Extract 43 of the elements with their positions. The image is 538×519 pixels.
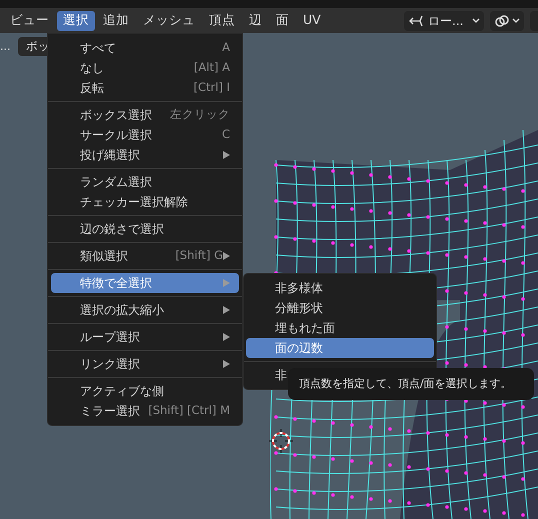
menu-item[interactable]: 辺 [243,10,268,30]
menu-item[interactable]: メッシュ [137,10,201,30]
menu-entry[interactable]: チェッカー選択解除 [51,192,239,212]
shortcut-label: A [222,39,230,56]
menu-item[interactable]: ビュー [4,10,55,30]
menu-item[interactable]: 選択 [57,10,95,30]
menu-entry[interactable]: 投げ縄選択 [51,145,239,165]
menu-entry[interactable]: 反転 [Ctrl] I [51,78,239,98]
3d-cursor-icon [269,429,293,453]
orientation-dropdown[interactable]: ロー... [404,10,484,30]
menu-entry[interactable]: リンク選択 [51,354,239,374]
shortcut-label: C [222,126,230,144]
menu-entry[interactable]: 特徴で全選択 [51,273,239,293]
menu-entry[interactable]: ループ選択 [51,327,239,347]
shortcut-label: [Shift] [Ctrl] M [148,402,230,420]
tooltip: 頂点数を指定して、頂点/面を選択します。 [288,368,534,400]
shortcut-label: [Alt] A [194,59,230,76]
shortcut-label: [Ctrl] I [194,79,230,96]
menu-entry[interactable]: 選択の拡大縮小 [51,300,239,320]
chevron-down-icon [472,18,480,24]
menu-entry[interactable]: 辺の鋭さで選択 [51,219,239,239]
menu-entry[interactable]: 分離形状 [246,298,434,318]
link-rings-icon [494,14,510,28]
menu-item[interactable]: 追加 [97,10,135,30]
menu-entry[interactable]: 類似選択 [Shift] G [51,246,239,266]
overflow-ellipsis: ... [0,39,10,55]
menu-item[interactable]: 頂点 [203,10,241,30]
transform-axis-icon [408,14,424,28]
menu-entry[interactable]: 埋もれた面 [246,318,434,338]
pivot-dropdown[interactable] [490,10,524,30]
shortcut-label: [Shift] G [175,247,223,264]
menu-entry[interactable]: ボックス選択 左クリック [51,105,239,125]
menu-entry[interactable]: サークル選択 C [51,125,239,145]
menu-entry[interactable]: 非多様体 [246,278,434,298]
chevron-down-icon [512,18,520,24]
menu-item[interactable]: UV [297,10,327,30]
shortcut-label: 左クリック [170,106,230,124]
menu-entry[interactable]: ミラー選択 [Shift] [Ctrl] M [51,401,239,421]
menu-entry[interactable]: アクティブな側 [51,381,239,401]
menu-item[interactable]: 面 [270,10,295,30]
menu-entry[interactable]: なし [Alt] A [51,58,239,78]
menu-entry[interactable]: ランダム選択 [51,172,239,192]
menu-entry[interactable]: 面の辺数 [246,338,434,358]
